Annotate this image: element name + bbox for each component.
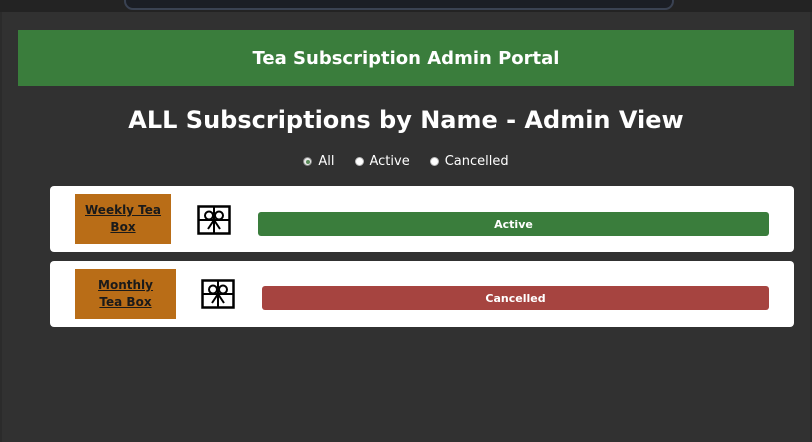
status-badge: Cancelled [262, 286, 769, 310]
browser-address-bar [124, 0, 674, 10]
left-edge [0, 12, 2, 442]
subscription-name-box: Weekly Tea Box [75, 194, 171, 244]
filter-active-label: Active [369, 154, 410, 169]
gift-icon [201, 279, 235, 309]
portal-header: Tea Subscription Admin Portal [18, 30, 794, 86]
filter-cancelled[interactable]: Cancelled [429, 154, 509, 169]
filter-all-radio[interactable] [303, 157, 313, 166]
browser-top-strip [0, 0, 812, 12]
filter-active[interactable]: Active [354, 154, 410, 169]
page-title: ALL Subscriptions by Name - Admin View [128, 106, 684, 134]
filter-cancelled-label: Cancelled [444, 154, 509, 169]
portal-title: Tea Subscription Admin Portal [252, 47, 560, 69]
subscription-name-link[interactable]: Monthly Tea Box [88, 277, 164, 311]
status-filter: All Active Cancelled [0, 154, 812, 169]
subscription-name-box: Monthly Tea Box [75, 269, 176, 319]
filter-cancelled-radio[interactable] [429, 157, 439, 166]
subscription-card: Monthly Tea Box Cancelled [50, 261, 794, 327]
filter-active-radio[interactable] [354, 157, 364, 166]
status-badge: Active [258, 212, 769, 236]
gift-icon [197, 205, 231, 235]
subscription-card: Weekly Tea Box Active [50, 186, 794, 252]
filter-all[interactable]: All [303, 154, 335, 169]
app-page: Tea Subscription Admin Portal ALL Subscr… [0, 0, 812, 442]
filter-all-label: All [318, 154, 335, 169]
subscription-name-link[interactable]: Weekly Tea Box [85, 202, 161, 236]
